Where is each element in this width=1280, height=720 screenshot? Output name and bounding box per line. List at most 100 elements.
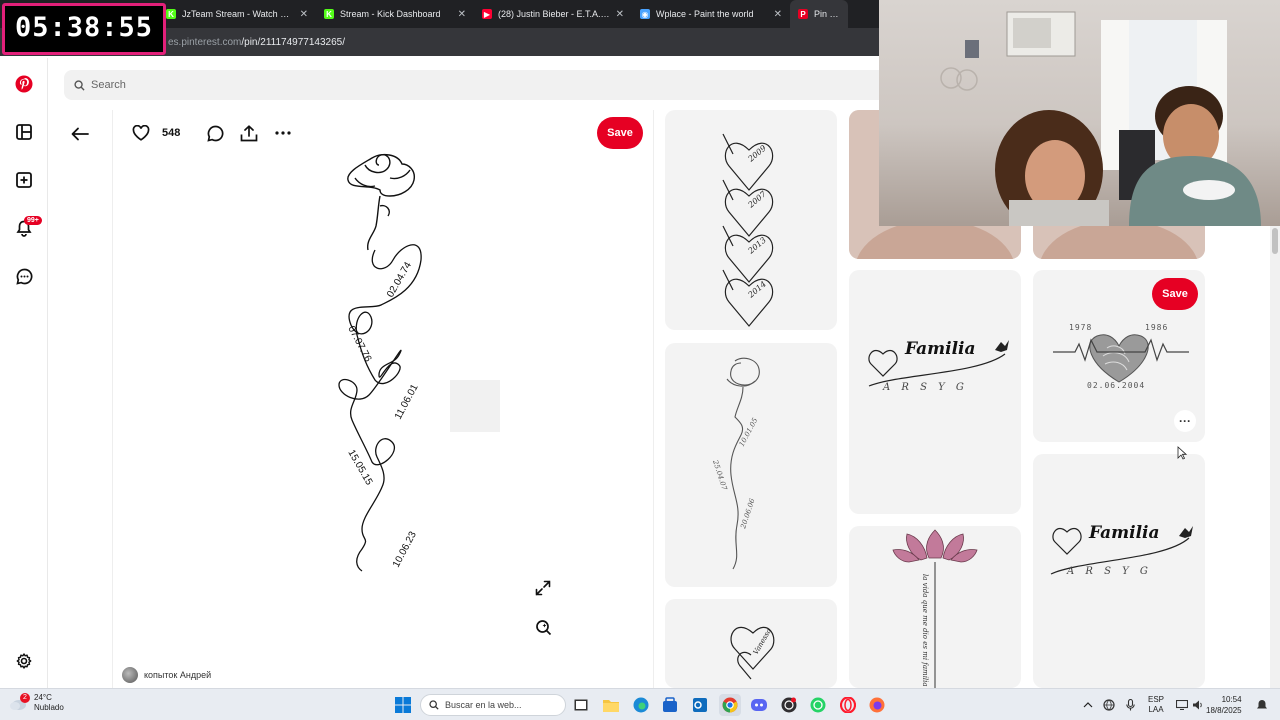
pin-action-bar: 548	[128, 120, 296, 146]
like-button[interactable]	[128, 120, 154, 146]
ellipsis-icon	[275, 131, 291, 135]
weather-text: 24°C Nublado	[34, 693, 64, 713]
pinterest-logo-icon[interactable]	[12, 72, 36, 96]
home-grid-icon[interactable]	[12, 120, 36, 144]
discord-icon[interactable]	[748, 694, 770, 716]
grid-pin-familia[interactable]: Familia A R S Y G	[849, 270, 1021, 514]
author-avatar	[122, 667, 138, 683]
more-options-button[interactable]	[270, 120, 296, 146]
store-icon[interactable]	[659, 694, 681, 716]
create-plus-icon[interactable]	[12, 168, 36, 192]
tray-volume-icon[interactable]	[1192, 689, 1204, 720]
notifications-badge: 99+	[24, 216, 42, 225]
taskbar-search-text: Buscar en la web...	[445, 700, 522, 710]
grid-pin-rose[interactable]: 10.01.05 25.04.07 20.06.06	[665, 343, 837, 587]
windows-taskbar: 2 24°C Nublado Buscar en la web... ESP L…	[0, 688, 1280, 720]
scrollbar-thumb[interactable]	[1272, 228, 1278, 254]
file-explorer-icon[interactable]	[600, 694, 622, 716]
close-tab-icon[interactable]: ✕	[774, 9, 782, 20]
weather-cloud-icon: 2	[8, 693, 30, 713]
heart-year-1: 2009	[746, 144, 768, 165]
pin-image[interactable]: 02.04.74 07.07.76 11.06.01 15.05.15 10.0…	[320, 150, 520, 640]
browser-tab[interactable]: P Pin on Tatt	[790, 0, 848, 28]
url-host: es.pinterest.com	[168, 36, 242, 48]
rose-date-2: 25.04.07	[711, 458, 729, 492]
rose-date-1: 10.01.05	[738, 416, 760, 448]
taskbar-search[interactable]: Buscar en la web...	[420, 694, 566, 716]
browser-tab[interactable]: ▶ (28) Justin Bieber - E.T.A. (Natur ✕	[474, 0, 632, 28]
grid-pin-small-heart[interactable]: Vanessa	[665, 599, 837, 688]
browser-tab[interactable]: ◉ Wplace - Paint the world ✕	[632, 0, 790, 28]
opera-icon[interactable]	[837, 694, 859, 716]
pin-author[interactable]: копыток Андрей	[122, 667, 211, 683]
visual-search-button[interactable]	[531, 615, 555, 639]
pin-date-3: 11.06.01	[393, 382, 421, 421]
expand-button[interactable]	[531, 576, 555, 600]
page-scrollbar[interactable]	[1270, 226, 1280, 688]
grid-pin-hearts[interactable]: 2009 2007 2013 2014	[665, 110, 837, 330]
share-button[interactable]	[236, 120, 262, 146]
close-tab-icon[interactable]: ✕	[616, 9, 624, 20]
ecg-year-1: 1978	[1069, 323, 1092, 332]
heart-icon	[132, 125, 150, 141]
rose-date-3: 20.06.06	[739, 497, 757, 531]
weather-widget[interactable]: 2 24°C Nublado	[8, 693, 64, 713]
pinterest-sidebar: 99+	[0, 58, 48, 688]
firefox-icon[interactable]	[866, 694, 888, 716]
browser-tab-title: Wplace - Paint the world	[656, 9, 754, 19]
notification-center-icon[interactable]	[1256, 689, 1268, 720]
chrome-icon[interactable]	[719, 694, 741, 716]
clock-time: 10:54	[1221, 695, 1242, 704]
search-input[interactable]	[91, 79, 691, 91]
tray-chevron-icon[interactable]	[1083, 689, 1093, 720]
whatsapp-icon[interactable]	[807, 694, 829, 716]
browser-tab-title: Pin on Tatt	[814, 9, 840, 19]
globe-favicon-icon: ◉	[640, 9, 650, 19]
weather-badge: 2	[20, 693, 30, 703]
tile-more-button[interactable]: ···	[1174, 410, 1196, 432]
lang-code-1: ESP	[1148, 695, 1165, 704]
mouse-cursor-icon	[1177, 446, 1187, 460]
task-view-icon[interactable]	[570, 694, 592, 716]
system-clock[interactable]: 10:54 18/8/2025	[1206, 694, 1242, 716]
browser-tab[interactable]: K Stream - Kick Dashboard ✕	[316, 0, 474, 28]
back-button[interactable]	[66, 120, 94, 148]
start-windows-icon[interactable]	[392, 694, 414, 716]
webcam-overlay	[879, 0, 1280, 226]
browser-tab[interactable]: K JzTeam Stream - Watch Live on ✕	[158, 0, 316, 28]
messages-icon[interactable]	[12, 264, 36, 288]
weather-temp: 24°C	[34, 693, 52, 702]
tray-mic-icon[interactable]	[1126, 689, 1135, 720]
grid-pin-familia-2[interactable]: Familia A R S Y G	[1033, 454, 1205, 688]
close-tab-icon[interactable]: ✕	[300, 9, 308, 20]
comment-icon	[207, 125, 224, 142]
youtube-favicon-icon: ▶	[482, 9, 492, 19]
search-bar[interactable]	[64, 70, 894, 100]
settings-gear-icon[interactable]	[12, 649, 36, 673]
lang-code-2: LAA	[1148, 705, 1164, 714]
kick-favicon-icon: K	[166, 9, 176, 19]
close-tab-icon[interactable]: ✕	[458, 9, 466, 20]
grid-pin-lotus[interactable]: la vida que me dio es mi familia	[849, 526, 1021, 688]
author-name: копыток Андрей	[144, 670, 212, 680]
edge-browser-icon[interactable]	[630, 694, 652, 716]
familia-2-text: Familia	[1088, 523, 1160, 543]
familia-text: Familia	[904, 339, 976, 359]
stream-timer: 05:38:55	[2, 3, 166, 55]
outlook-icon[interactable]	[689, 694, 711, 716]
expand-arrows-icon	[535, 580, 551, 596]
input-language[interactable]: ESP LAA	[1148, 689, 1164, 720]
arrow-left-icon	[71, 127, 89, 141]
tray-network-icon[interactable]	[1103, 689, 1115, 720]
pin-date-1: 02.04.74	[385, 260, 414, 300]
heart-year-2: 2007	[746, 189, 769, 210]
obs-icon[interactable]	[778, 694, 800, 716]
tray-display-icon[interactable]	[1176, 689, 1188, 720]
comment-button[interactable]	[202, 120, 228, 146]
save-button[interactable]: Save	[597, 117, 643, 149]
weather-condition: Nublado	[34, 703, 64, 712]
familia-initials: A R S Y G	[882, 382, 968, 393]
tile-save-button[interactable]: Save	[1152, 278, 1198, 310]
share-upload-icon	[241, 124, 258, 141]
ecg-year-2: 1986	[1145, 323, 1168, 332]
